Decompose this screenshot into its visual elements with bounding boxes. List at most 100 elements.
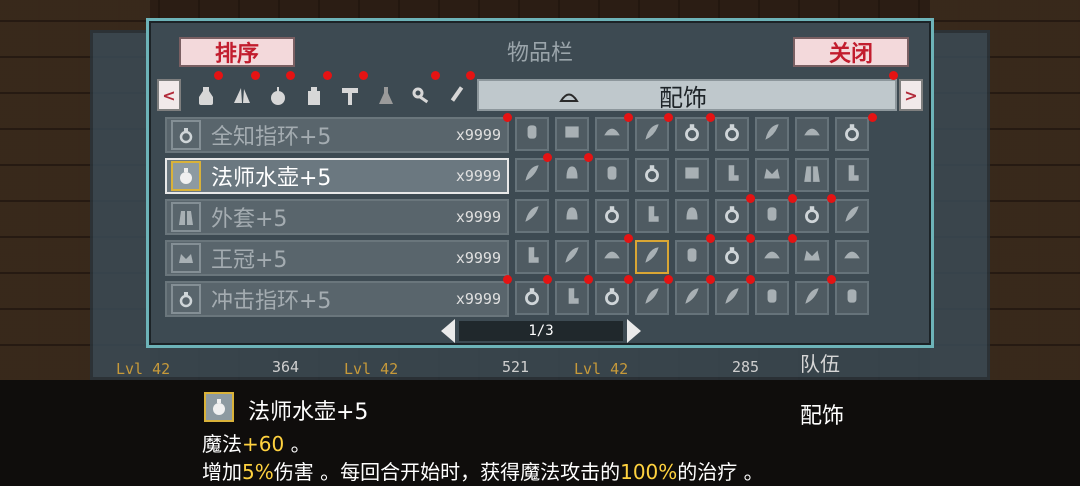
- grid-cell[interactable]: [715, 199, 749, 233]
- grid-cell[interactable]: [675, 199, 709, 233]
- shell-icon: [802, 122, 822, 146]
- item-count: x9999: [455, 126, 501, 144]
- stat-value: 521: [502, 358, 530, 376]
- grid-cell[interactable]: [675, 281, 709, 315]
- team-label[interactable]: 队伍: [800, 348, 840, 377]
- grid-cell[interactable]: [755, 199, 789, 233]
- grid-cell[interactable]: [835, 117, 869, 151]
- grid-cell[interactable]: [635, 199, 669, 233]
- stat-value: 364: [272, 358, 300, 376]
- grid-cell[interactable]: [835, 240, 869, 274]
- ring-icon: [602, 204, 622, 228]
- item-row[interactable]: 外套+5 x9999: [165, 199, 509, 235]
- wing-icon[interactable]: [227, 81, 257, 111]
- book-icon: [562, 122, 582, 146]
- grid-cell[interactable]: [555, 240, 589, 274]
- ring-icon: [171, 120, 201, 150]
- grid-cell[interactable]: [835, 199, 869, 233]
- new-badge: [868, 113, 877, 122]
- crown-icon: [559, 93, 579, 102]
- effect-text: 的治疗 。: [677, 460, 764, 484]
- page-prev-arrow[interactable]: [441, 319, 455, 343]
- grid-cell[interactable]: [755, 240, 789, 274]
- grid-cell[interactable]: [595, 117, 629, 151]
- grid-cell[interactable]: [755, 158, 789, 192]
- grid-cell[interactable]: [555, 281, 589, 315]
- grid-cell[interactable]: [675, 240, 709, 274]
- bottle-icon[interactable]: [299, 81, 329, 111]
- item-row[interactable]: 王冠+5 x9999: [165, 240, 509, 276]
- feather-icon: [642, 122, 662, 146]
- new-badge: [431, 71, 440, 80]
- boot-icon: [562, 286, 582, 310]
- ring-icon: [722, 204, 742, 228]
- grid-cell[interactable]: [515, 240, 549, 274]
- shell-icon: [842, 245, 862, 269]
- grid-cell[interactable]: [595, 199, 629, 233]
- grid-cell[interactable]: [715, 281, 749, 315]
- ring-icon: [722, 245, 742, 269]
- new-badge: [584, 275, 593, 284]
- feather-icon: [842, 204, 862, 228]
- crown-icon: [171, 243, 201, 273]
- grid-cell[interactable]: [715, 240, 749, 274]
- fruit-icon[interactable]: [263, 81, 293, 111]
- item-row[interactable]: 冲击指环+5 x9999: [165, 281, 509, 317]
- detail-effect-line-1: 魔法+60 。: [202, 428, 311, 457]
- grid-cell[interactable]: [635, 158, 669, 192]
- grid-cell[interactable]: [555, 199, 589, 233]
- grid-cell[interactable]: [715, 117, 749, 151]
- grid-cell[interactable]: [715, 158, 749, 192]
- grid-cell[interactable]: [515, 158, 549, 192]
- feather-icon: [722, 286, 742, 310]
- grid-cell[interactable]: [635, 240, 669, 274]
- grid-cell[interactable]: [515, 199, 549, 233]
- grid-cell[interactable]: [675, 117, 709, 151]
- hammer-icon[interactable]: [335, 81, 365, 111]
- coat-icon: [171, 202, 201, 232]
- new-badge: [788, 194, 797, 203]
- item-count: x9999: [455, 290, 501, 308]
- grid-cell[interactable]: [795, 117, 829, 151]
- bell-icon: [682, 204, 702, 228]
- level-label: Lvl 42: [344, 360, 399, 378]
- tab-accessories[interactable]: 配饰: [477, 79, 897, 112]
- new-badge: [827, 194, 836, 203]
- grid-cell[interactable]: [835, 281, 869, 315]
- grid-cell[interactable]: [795, 281, 829, 315]
- page-next-arrow[interactable]: [627, 319, 641, 343]
- grid-cell[interactable]: [755, 281, 789, 315]
- grid-cell[interactable]: [595, 240, 629, 274]
- grid-cell[interactable]: [515, 281, 549, 315]
- close-button[interactable]: 关闭: [793, 37, 909, 67]
- feather-icon: [642, 286, 662, 310]
- grid-cell[interactable]: [555, 158, 589, 192]
- glove-icon: [762, 286, 782, 310]
- brush-icon[interactable]: [441, 81, 471, 111]
- ring-icon: [522, 286, 542, 310]
- grid-cell[interactable]: [795, 240, 829, 274]
- grid-cell[interactable]: [835, 158, 869, 192]
- tab-prev-button[interactable]: <: [157, 79, 181, 111]
- item-count: x9999: [455, 208, 501, 226]
- grid-cell[interactable]: [675, 158, 709, 192]
- grid-cell[interactable]: [515, 117, 549, 151]
- stat-value: 285: [732, 358, 760, 376]
- grid-cell[interactable]: [755, 117, 789, 151]
- item-row[interactable]: 全知指环+5 x9999: [165, 117, 509, 153]
- grid-cell[interactable]: [795, 199, 829, 233]
- grid-cell[interactable]: [595, 158, 629, 192]
- grid-cell[interactable]: [635, 117, 669, 151]
- grid-cell[interactable]: [555, 117, 589, 151]
- ring-icon: [642, 163, 662, 187]
- new-badge: [359, 71, 368, 80]
- grid-cell[interactable]: [795, 158, 829, 192]
- grid-cell[interactable]: [595, 281, 629, 315]
- flask-icon[interactable]: [371, 81, 401, 111]
- key-icon[interactable]: [407, 81, 437, 111]
- tab-next-button[interactable]: >: [899, 79, 923, 111]
- potion-icon[interactable]: [191, 81, 221, 111]
- item-row[interactable]: 法师水壶+5 x9999: [165, 158, 509, 194]
- new-badge: [624, 234, 633, 243]
- grid-cell[interactable]: [635, 281, 669, 315]
